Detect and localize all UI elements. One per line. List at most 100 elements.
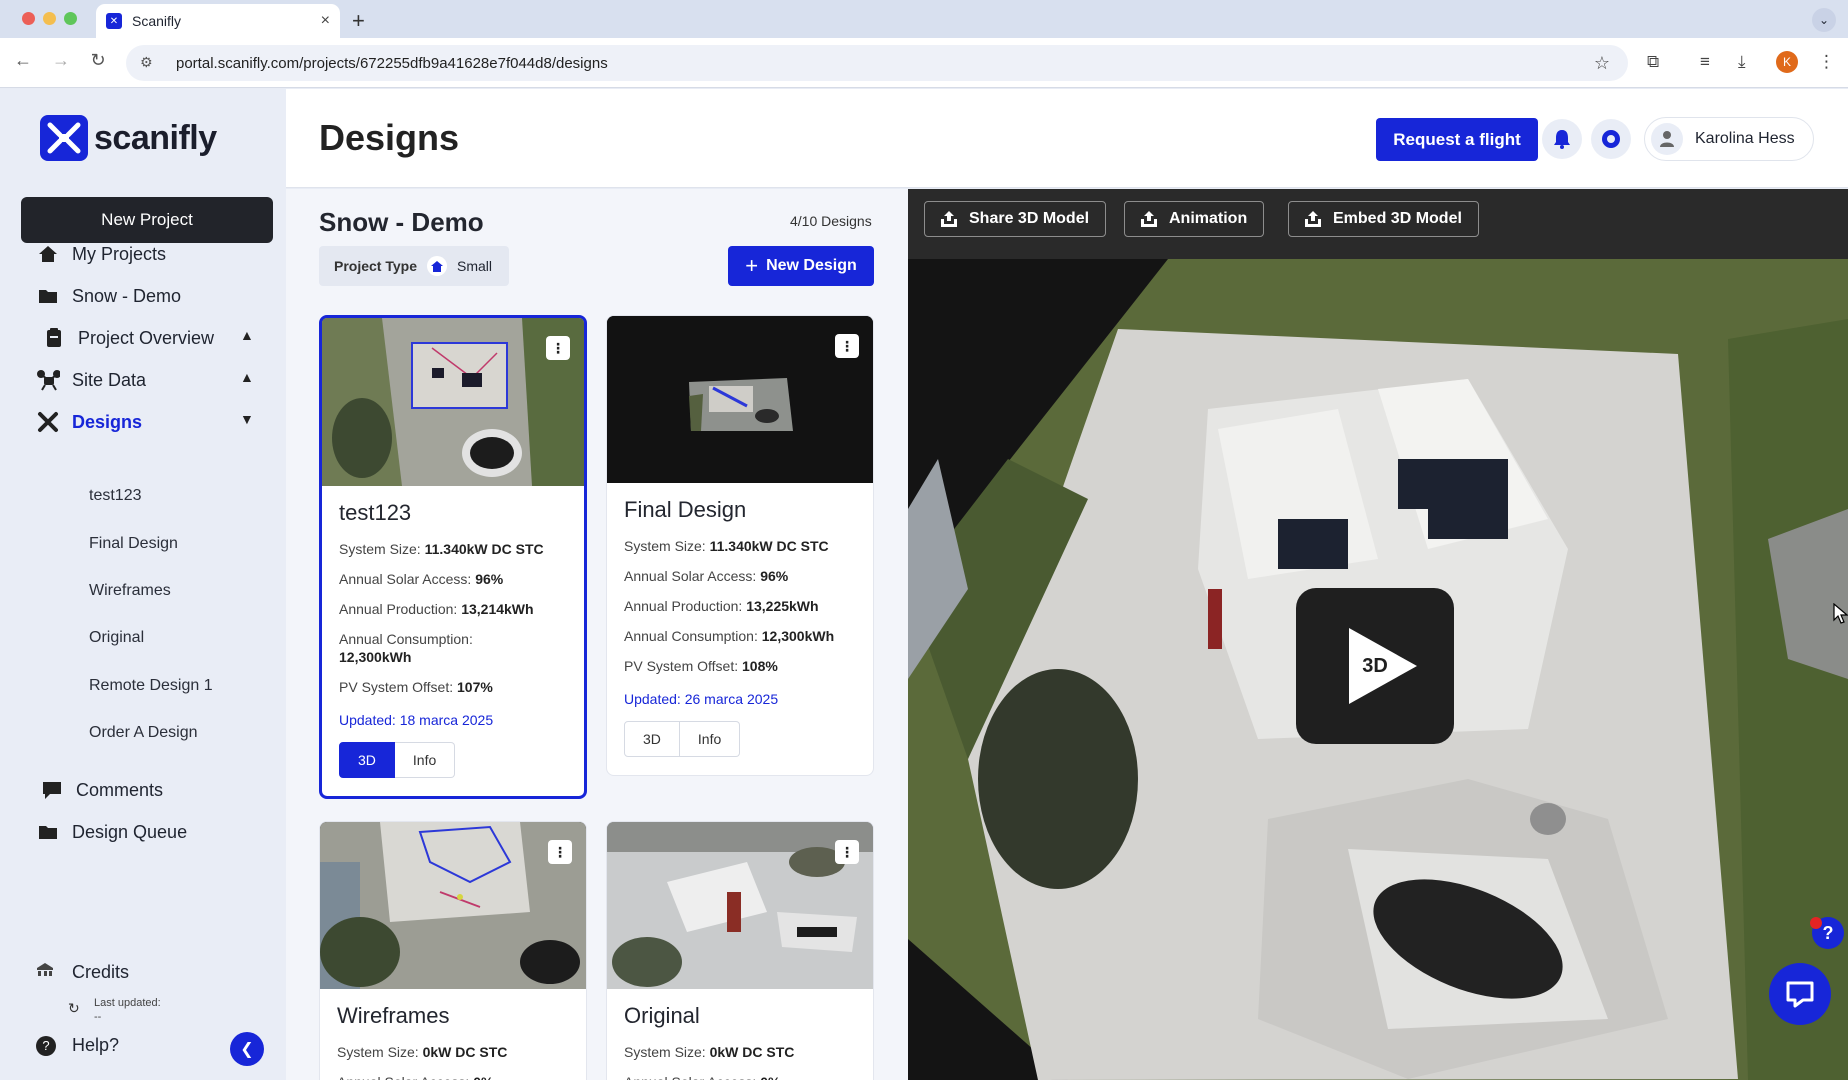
design-link-final-design[interactable]: Final Design (89, 535, 178, 553)
project-type-label: Project Type (334, 258, 417, 274)
site-settings-icon[interactable]: ⚙ (140, 54, 158, 72)
card-menu-icon[interactable]: ⋮ (548, 840, 572, 864)
design-card-wireframes[interactable]: ⋮ Wireframes System Size: 0kW DC STC Ann… (319, 821, 587, 1080)
card-menu-icon[interactable]: ⋮ (835, 840, 859, 864)
close-window-button[interactable] (22, 12, 35, 25)
stat-system-size: System Size: 11.340kW DC STC (624, 531, 873, 561)
help-link[interactable]: ? Help? (36, 1035, 119, 1056)
stat-label: Annual Production: (624, 598, 743, 614)
embed-3d-model-button[interactable]: Embed 3D Model (1288, 201, 1479, 237)
drone-icon (36, 368, 60, 392)
nav-designs-label: Designs (72, 411, 143, 432)
stat-label: Annual Solar Access: (624, 1074, 756, 1080)
reload-icon[interactable]: ↻ (85, 50, 111, 71)
design-link-order-a-design[interactable]: Order A Design (89, 724, 198, 742)
new-design-button[interactable]: + New Design (728, 246, 874, 286)
share-3d-model-button[interactable]: Share 3D Model (924, 201, 1107, 237)
share-upload-icon (941, 211, 957, 227)
play-3d-button[interactable]: 3D (1296, 588, 1454, 744)
collapse-sidebar-button[interactable]: ❮ (230, 1032, 264, 1066)
model-viewer[interactable]: Share 3D Model Animation Embed 3D Model (908, 189, 1848, 1080)
bookmark-star-icon[interactable]: ☆ (1594, 53, 1610, 74)
back-arrow-icon[interactable]: ← (10, 50, 36, 71)
design-thumbnail[interactable]: ⋮ (607, 316, 873, 483)
design-link-remote-design-1[interactable]: Remote Design 1 (89, 677, 213, 695)
stat-solar-access: Annual Solar Access: 0% (337, 1067, 586, 1080)
view-info-button[interactable]: Info (394, 742, 456, 778)
new-tab-icon[interactable]: + (352, 8, 365, 34)
nav-my-projects[interactable]: My Projects (36, 239, 166, 269)
extensions-icon[interactable]: ⧉ (1647, 52, 1659, 72)
design-card-original[interactable]: ⋮ Original System Size: 0kW DC STC Annua… (606, 821, 874, 1080)
animation-label: Animation (1169, 210, 1248, 227)
profile-avatar[interactable]: K (1776, 51, 1798, 73)
nav-design-queue-label: Design Queue (72, 821, 188, 842)
animation-upload-icon (1141, 211, 1157, 227)
stat-value: 12,300kWh (761, 628, 835, 644)
design-thumbnail[interactable]: ⋮ (322, 318, 584, 486)
address-bar[interactable]: ⚙ portal.scanifly.com/projects/672255dfb… (126, 45, 1628, 81)
design-link-wireframes[interactable]: Wireframes (89, 582, 171, 600)
settings-gear-icon[interactable] (1591, 119, 1631, 159)
chevron-down-icon[interactable]: ▼ (240, 411, 254, 427)
credits-link[interactable]: Credits (36, 962, 129, 983)
last-updated-value: -- (94, 1011, 102, 1023)
request-flight-button[interactable]: Request a flight (1376, 118, 1538, 161)
minimize-window-button[interactable] (43, 12, 56, 25)
tools-icon (36, 410, 60, 434)
scanifly-logo[interactable]: scanifly (40, 115, 217, 161)
stat-value: 0% (760, 1074, 780, 1080)
stat-system-size: System Size: 0kW DC STC (624, 1037, 873, 1067)
design-thumbnail[interactable]: ⋮ (607, 822, 873, 989)
nav-site-data-label: Site Data (72, 369, 147, 390)
view-3d-button[interactable]: 3D (624, 721, 680, 757)
nav-design-queue[interactable]: Design Queue (36, 817, 187, 847)
stat-production: Annual Production: 13,225kWh (624, 591, 873, 621)
animation-button[interactable]: Animation (1124, 201, 1265, 237)
stat-value: 13,214kWh (461, 601, 534, 617)
view-info-button[interactable]: Info (679, 721, 741, 757)
design-card-test123[interactable]: ⋮ test123 System Size: 11.340kW DC STC A… (319, 315, 587, 799)
view-toggle: 3D Info (624, 721, 873, 757)
notifications-bell-icon[interactable] (1542, 119, 1582, 159)
design-card-final-design[interactable]: ⋮ Final Design System Size: 11.340kW DC … (606, 315, 874, 776)
nav-snow-demo[interactable]: Snow - Demo (36, 281, 181, 311)
media-control-icon[interactable]: ≡ (1700, 52, 1710, 72)
nav-site-data[interactable]: Site Data (36, 365, 146, 395)
stat-value: 96% (760, 568, 789, 584)
stat-label: PV System Offset: (339, 679, 454, 695)
new-project-button[interactable]: New Project (21, 197, 273, 243)
view-3d-button[interactable]: 3D (339, 742, 395, 778)
user-menu[interactable]: Karolina Hess (1644, 117, 1814, 161)
card-menu-icon[interactable]: ⋮ (835, 334, 859, 358)
nav-designs[interactable]: Designs (36, 407, 142, 437)
stat-label: Annual Consumption: (339, 631, 473, 647)
browser-tab[interactable]: ✕ Scanifly × (96, 4, 340, 38)
design-link-original[interactable]: Original (89, 629, 144, 647)
design-thumbnail[interactable]: ⋮ (320, 822, 586, 989)
stat-solar-access: Annual Solar Access: 96% (624, 561, 873, 591)
chevron-up-icon[interactable]: ▲ (240, 327, 254, 343)
queue-folder-icon (36, 820, 60, 844)
tab-search-chevron-icon[interactable]: ⌄ (1812, 8, 1836, 32)
forward-arrow-icon[interactable]: → (48, 50, 74, 71)
maximize-window-button[interactable] (64, 12, 77, 25)
download-icon[interactable]: ⤓ (1738, 52, 1746, 72)
stat-value: 12,300kWh (339, 649, 412, 665)
page-title: Designs (319, 117, 460, 158)
card-title: Wireframes (337, 1003, 450, 1028)
tab-close-icon[interactable]: × (321, 12, 330, 30)
design-link-test123[interactable]: test123 (89, 487, 141, 505)
chat-launcher-button[interactable] (1769, 963, 1831, 1025)
card-menu-icon[interactable]: ⋮ (546, 336, 570, 360)
stat-system-size: System Size: 11.340kW DC STC (339, 534, 584, 564)
nav-project-overview[interactable]: Project Overview (42, 323, 214, 353)
stat-value: 11.340kW DC STC (709, 538, 829, 554)
stat-label: Annual Consumption: (624, 628, 758, 644)
nav-comments[interactable]: Comments (40, 775, 163, 805)
refresh-icon[interactable]: ↻ (68, 1000, 80, 1017)
nav-comments-label: Comments (76, 779, 164, 800)
stat-value: 11.340kW DC STC (424, 541, 544, 557)
browser-menu-icon[interactable]: ⋮ (1818, 52, 1835, 72)
chevron-up-icon[interactable]: ▲ (240, 369, 254, 385)
